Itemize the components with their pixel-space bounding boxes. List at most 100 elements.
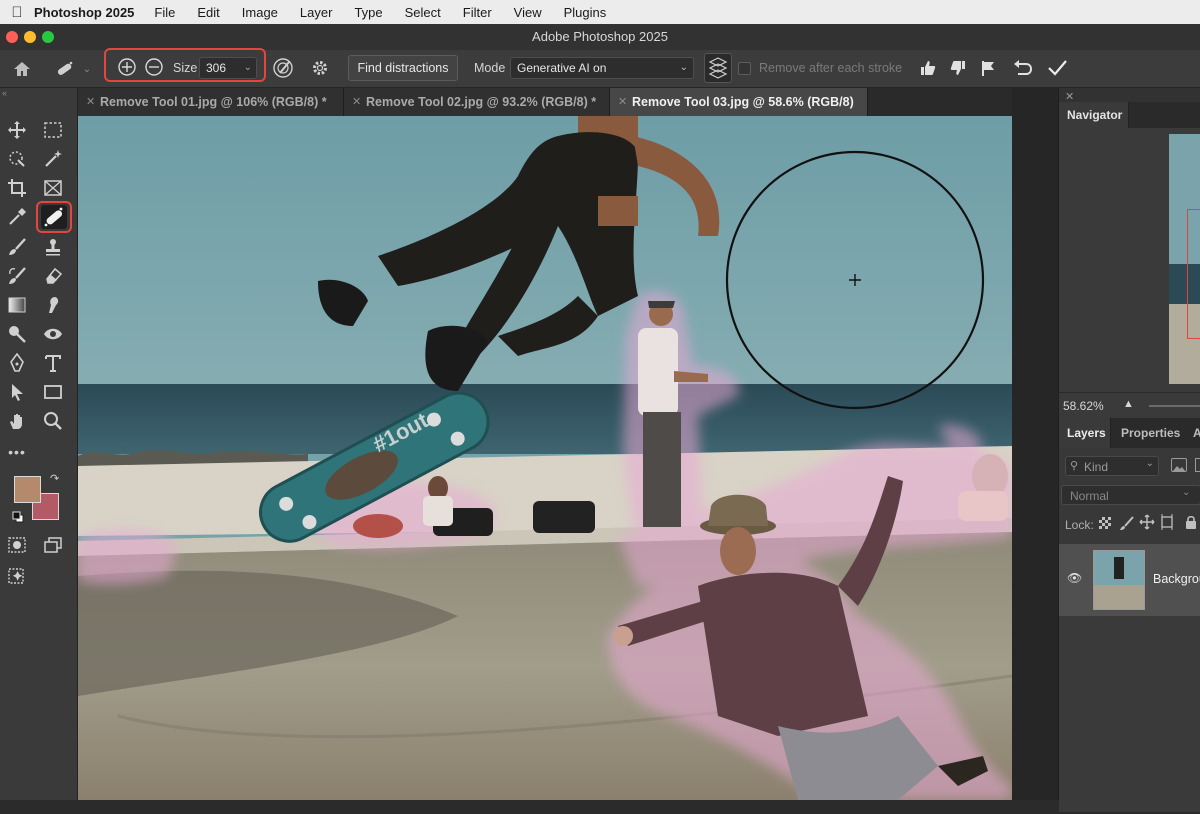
commit-checkmark-icon[interactable] xyxy=(1044,56,1070,80)
app-menu[interactable]: Photoshop 2025 xyxy=(34,5,134,20)
kind-filter-select[interactable]: ⚲ Kind ⌄ xyxy=(1065,456,1159,476)
eye-visibility-icon[interactable]: 👁 xyxy=(1067,571,1082,585)
properties-tab[interactable]: Properties xyxy=(1121,426,1180,440)
history-brush-icon[interactable] xyxy=(4,263,30,289)
document-canvas[interactable]: #1out xyxy=(78,116,1012,800)
menu-select[interactable]: Select xyxy=(405,5,441,20)
screen-mode-icon[interactable] xyxy=(40,532,66,558)
zoom-out-icon[interactable]: ▲ xyxy=(1123,398,1134,410)
size-value: 306 xyxy=(206,61,227,75)
menu-edit[interactable]: Edit xyxy=(197,5,219,20)
document-tab-label: Remove Tool 02.jpg @ 93.2% (RGB/8) * xyxy=(366,95,597,109)
undo-icon[interactable] xyxy=(1010,56,1036,80)
add-mode-icon[interactable] xyxy=(116,56,138,78)
layers-panel: ⚲ Kind ⌄ Normal ⌄ Lock: 👁 Backgro xyxy=(1059,448,1200,814)
pressure-size-icon[interactable] xyxy=(270,56,296,80)
lock-transparency-icon[interactable] xyxy=(1099,517,1111,529)
collapse-panel-icon[interactable]: « xyxy=(2,88,7,98)
more-tools-icon[interactable]: ••• xyxy=(4,439,30,465)
kind-label: Kind xyxy=(1084,460,1109,474)
mode-select[interactable]: Generative AI on ⌄ xyxy=(510,57,694,79)
more-panel-tab[interactable]: A xyxy=(1193,426,1200,440)
navigator-panel xyxy=(1059,128,1200,392)
image-filter-icon[interactable] xyxy=(1171,458,1187,472)
report-flag-icon[interactable] xyxy=(976,57,1000,79)
brush-tool-icon[interactable] xyxy=(4,234,30,260)
frame-tool-icon[interactable] xyxy=(40,175,66,201)
close-tab-icon[interactable]: ✕ xyxy=(618,88,627,116)
navigator-tab[interactable]: Navigator xyxy=(1059,102,1129,128)
document-tab-1[interactable]: ✕ Remove Tool 01.jpg @ 106% (RGB/8) * xyxy=(78,88,344,116)
crop-tool-icon[interactable] xyxy=(4,175,30,201)
menu-plugins[interactable]: Plugins xyxy=(564,5,607,20)
document-tab-bar: ✕ Remove Tool 01.jpg @ 106% (RGB/8) * ✕ … xyxy=(78,88,1012,116)
pen-tool-icon[interactable] xyxy=(4,350,30,376)
lock-all-icon[interactable] xyxy=(1183,514,1199,530)
close-tab-icon[interactable]: ✕ xyxy=(352,88,361,116)
type-tool-icon[interactable] xyxy=(40,350,66,376)
menu-image[interactable]: Image xyxy=(242,5,278,20)
home-icon[interactable] xyxy=(10,58,34,80)
sample-all-layers-icon[interactable] xyxy=(704,53,732,83)
dodge-tool-icon[interactable] xyxy=(4,321,30,347)
zoom-slider[interactable] xyxy=(1149,405,1200,407)
remove-after-stroke-checkbox[interactable] xyxy=(738,62,751,75)
menu-view[interactable]: View xyxy=(514,5,542,20)
blend-mode-select[interactable]: Normal ⌄ xyxy=(1061,485,1200,505)
zoom-window-button[interactable] xyxy=(42,31,54,43)
thumbs-down-icon[interactable] xyxy=(946,57,970,79)
magic-wand-icon[interactable] xyxy=(40,146,66,172)
menu-layer[interactable]: Layer xyxy=(300,5,333,20)
clone-stamp-icon[interactable] xyxy=(40,234,66,260)
close-tab-icon[interactable]: ✕ xyxy=(86,88,95,116)
size-dropdown-icon[interactable]: ⌄ xyxy=(244,58,252,78)
close-window-button[interactable] xyxy=(6,31,18,43)
menubar:  Photoshop 2025 File Edit Image Layer T… xyxy=(0,0,1200,24)
find-distractions-button[interactable]: Find distractions xyxy=(348,55,458,81)
menu-filter[interactable]: Filter xyxy=(463,5,492,20)
smudge-tool-icon[interactable] xyxy=(40,292,66,318)
swap-colors-icon[interactable]: ↷ xyxy=(50,472,59,485)
object-selection-icon[interactable] xyxy=(4,146,30,172)
red-eye-icon[interactable] xyxy=(40,321,66,347)
adjustment-filter-icon[interactable] xyxy=(1195,458,1200,472)
navigator-thumbnail[interactable] xyxy=(1169,134,1200,384)
layers-tab[interactable]: Layers xyxy=(1059,418,1111,448)
remove-tool-preset-icon[interactable] xyxy=(52,58,78,80)
zoom-tool-icon[interactable] xyxy=(40,408,66,434)
lock-position-icon[interactable] xyxy=(1139,514,1155,530)
panel-gap xyxy=(1012,88,1058,800)
path-selection-icon[interactable] xyxy=(4,379,30,405)
navigator-zoom-bar: 58.62% ▲ xyxy=(1059,392,1200,418)
apple-icon[interactable]:  xyxy=(0,4,34,21)
rectangle-tool-icon[interactable] xyxy=(40,379,66,405)
document-tab-3[interactable]: ✕ Remove Tool 03.jpg @ 58.6% (RGB/8) xyxy=(610,88,868,116)
eraser-icon[interactable] xyxy=(40,263,66,289)
menu-type[interactable]: Type xyxy=(354,5,382,20)
default-colors-icon[interactable] xyxy=(12,510,24,523)
document-tab-2[interactable]: ✕ Remove Tool 02.jpg @ 93.2% (RGB/8) * xyxy=(344,88,610,116)
generative-fill-icon[interactable] xyxy=(4,564,30,590)
settings-gear-icon[interactable] xyxy=(308,57,332,79)
lock-artboard-icon[interactable] xyxy=(1159,514,1175,530)
foreground-color-swatch[interactable] xyxy=(14,476,41,503)
mode-dropdown-icon[interactable]: ⌄ xyxy=(680,58,688,78)
layers-tab-strip: Layers Properties A xyxy=(1059,418,1200,448)
quick-mask-icon[interactable] xyxy=(4,532,30,558)
right-panels: ✕ Navigator 58.62% ▲ Layers Properties A… xyxy=(1058,88,1200,814)
remove-tool-icon[interactable] xyxy=(41,205,67,229)
layer-name: Backgrou xyxy=(1153,572,1200,586)
preset-dropdown-icon[interactable]: ⌄ xyxy=(80,58,94,80)
move-tool-icon[interactable] xyxy=(4,117,30,143)
thumbs-up-icon[interactable] xyxy=(916,57,940,79)
minimize-window-button[interactable] xyxy=(24,31,36,43)
menu-file[interactable]: File xyxy=(154,5,175,20)
subtract-mode-icon[interactable] xyxy=(143,56,165,78)
lock-pixels-icon[interactable] xyxy=(1119,515,1135,531)
gradient-tool-icon[interactable] xyxy=(4,292,30,318)
layer-row-background[interactable]: 👁 Backgrou xyxy=(1059,544,1200,616)
eyedropper-icon[interactable] xyxy=(4,204,30,230)
hand-tool-icon[interactable] xyxy=(4,408,30,434)
size-input[interactable]: 306 ⌄ xyxy=(199,57,257,79)
rectangular-marquee-icon[interactable] xyxy=(40,117,66,143)
